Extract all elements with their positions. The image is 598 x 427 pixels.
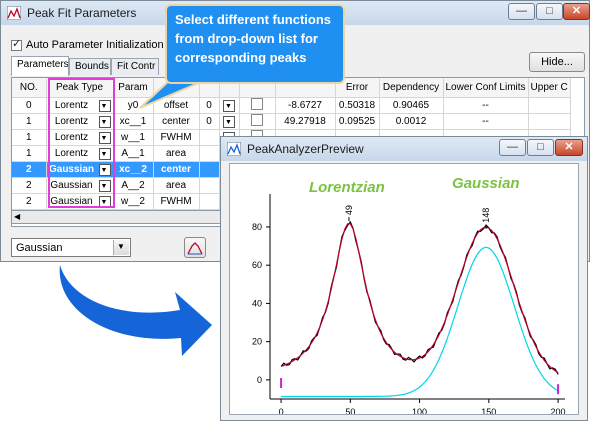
y-tick-label: 40 — [252, 298, 262, 308]
preview-title-bar[interactable]: PeakAnalyzerPreview — □ ✕ — [221, 137, 587, 161]
y-tick-label: 60 — [252, 260, 262, 270]
preview-title: PeakAnalyzerPreview — [247, 142, 364, 156]
lorentzian-label: Lorentzian — [309, 179, 385, 196]
close-icon: ✕ — [564, 141, 574, 153]
peak-label: 49 — [344, 205, 354, 215]
data-line — [280, 220, 559, 375]
gaussian-label: Gaussian — [452, 175, 520, 192]
x-tick-label: 200 — [551, 407, 566, 414]
peak-chart: 0 50 100 150 200 0 20 40 60 80 49 148 Lorentzian Gaus… — [252, 175, 566, 417]
y-tick-label: 0 — [257, 375, 262, 385]
preview-minimize-button[interactable]: — — [499, 139, 526, 156]
peak-label: 148 — [481, 208, 491, 223]
x-tick-label: 100 — [412, 407, 427, 414]
preview-maximize-button[interactable]: □ — [527, 139, 554, 156]
peak-analyzer-preview-window: PeakAnalyzerPreview — □ ✕ 0 50 100 150 200 0 2… — [220, 136, 588, 421]
minimize-icon: — — [507, 141, 518, 153]
y-tick-label: 80 — [252, 222, 262, 232]
x-tick-label: 50 — [345, 407, 355, 414]
preview-app-icon — [227, 142, 241, 156]
x-tick-label: 0 — [279, 407, 284, 414]
plot-area: 0 50 100 150 200 0 20 40 60 80 49 148 Lorentzian Gaus… — [229, 163, 579, 417]
y-tick-label: 20 — [252, 337, 262, 347]
maximize-icon: □ — [537, 141, 544, 153]
x-tick-label: 150 — [481, 407, 496, 414]
gaussian-component-line — [281, 246, 559, 398]
preview-close-button[interactable]: ✕ — [555, 139, 583, 156]
fit-line — [280, 223, 559, 374]
